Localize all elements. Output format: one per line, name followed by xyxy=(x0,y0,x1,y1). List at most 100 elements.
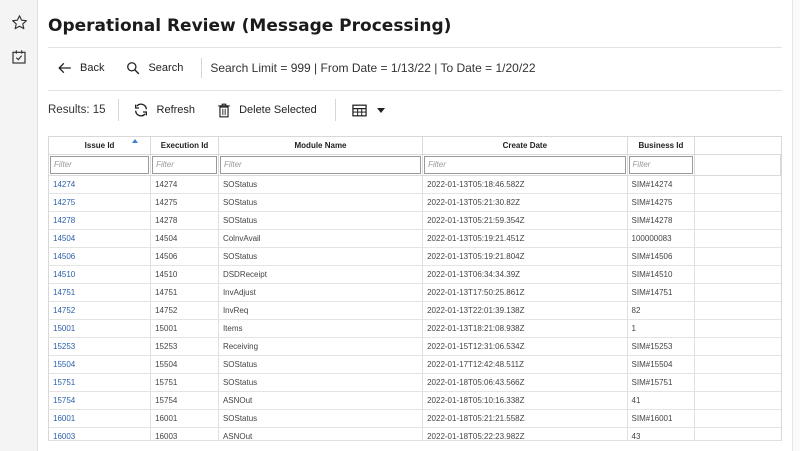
create-date-cell: 2022-01-13T05:19:21.804Z xyxy=(422,247,628,266)
table-row[interactable]: 14504 14504 ColnvAvail 2022-01-13T05:19:21.… xyxy=(49,229,781,248)
column-header-empty xyxy=(694,137,781,155)
view-menu-button[interactable] xyxy=(352,104,393,117)
star-icon[interactable] xyxy=(9,12,29,32)
table-row[interactable]: 15504 15504 SOStatus 2022-01-17T12:42:48.51… xyxy=(49,355,781,374)
create-date-cell: 2022-01-13T05:18:46.582Z xyxy=(422,175,628,194)
refresh-icon xyxy=(134,103,147,117)
execution-id-cell: 14274 xyxy=(150,175,219,194)
empty-cell xyxy=(694,211,781,230)
table-row[interactable]: 14275 14275 SOStatus 2022-01-13T05:21:30.82… xyxy=(49,193,781,212)
header-label: Issue Id xyxy=(84,140,115,150)
refresh-label: Refresh xyxy=(156,104,196,116)
column-header-issue-id[interactable]: Issue Id xyxy=(49,137,152,155)
issue-id-cell[interactable]: 16003 xyxy=(49,427,152,440)
issue-id-cell[interactable]: 16001 xyxy=(49,409,152,428)
execution-id-filter-input[interactable] xyxy=(152,155,217,174)
execution-id-cell: 14278 xyxy=(150,211,219,230)
empty-cell xyxy=(694,283,781,302)
table-row[interactable]: 14278 14278 SOStatus 2022-01-13T05:21:59.35… xyxy=(49,211,781,230)
issue-id-cell[interactable]: 14278 xyxy=(49,211,152,230)
business-id-cell: SIM#15504 xyxy=(627,355,696,374)
issue-id-cell[interactable]: 15751 xyxy=(49,373,152,392)
header-row: Issue Id Execution Id Module Name Create… xyxy=(49,137,781,155)
execution-id-cell: 15001 xyxy=(150,319,219,338)
table-row[interactable]: 15754 15754 ASNOut 2022-01-18T05:10:16.338Z… xyxy=(49,391,781,410)
issue-id-cell[interactable]: 14275 xyxy=(49,193,152,212)
business-id-cell: SIM#14274 xyxy=(627,175,696,194)
execution-id-cell: 15504 xyxy=(150,355,219,374)
header-label: Module Name xyxy=(294,140,347,150)
module-name-cell: Receiving xyxy=(218,337,424,356)
main-content: Operational Review (Message Processing) … xyxy=(38,0,792,451)
delete-selected-button[interactable]: Delete Selected xyxy=(217,103,317,118)
header-label: Create Date xyxy=(502,140,548,150)
issue-id-cell[interactable]: 15504 xyxy=(49,355,152,374)
execution-id-cell: 16003 xyxy=(150,427,219,440)
back-button[interactable]: Back xyxy=(58,62,104,74)
search-toolbar: Back Search Search Limit = 999 | From Da… xyxy=(48,57,536,79)
empty-cell xyxy=(694,247,781,266)
create-date-cell: 2022-01-13T05:21:30.82Z xyxy=(422,193,628,212)
column-header-module-name[interactable]: Module Name xyxy=(218,137,424,155)
create-date-cell: 2022-01-13T05:19:21.451Z xyxy=(422,229,628,248)
issue-id-cell[interactable]: 15001 xyxy=(49,319,152,338)
page-title: Operational Review (Message Processing) xyxy=(48,16,452,36)
checklist-icon[interactable] xyxy=(9,47,29,67)
page-scrollbar[interactable] xyxy=(792,0,800,451)
table-row[interactable]: 14752 14752 InvReq 2022-01-13T22:01:39.138Z… xyxy=(49,301,781,320)
module-name-cell: DSDReceipt xyxy=(218,265,424,284)
table-body: 14274 14274 SOStatus 2022-01-13T05:18:46.58… xyxy=(49,175,781,440)
table-row[interactable]: 14510 14510 DSDReceipt 2022-01-13T06:34:34.… xyxy=(49,265,781,284)
empty-cell xyxy=(694,319,781,338)
refresh-button[interactable]: Refresh xyxy=(133,102,196,118)
search-criteria: Search Limit = 999 | From Date = 1/13/22… xyxy=(201,58,536,78)
business-id-cell: SIM#15253 xyxy=(627,337,696,356)
module-name-cell: ASNOut xyxy=(218,391,424,410)
business-id-cell: SIM#15751 xyxy=(627,373,696,392)
chevron-down-icon xyxy=(376,107,385,113)
column-header-create-date[interactable]: Create Date xyxy=(422,137,628,155)
issue-id-filter-input[interactable] xyxy=(50,155,150,174)
create-date-filter-input[interactable] xyxy=(424,155,626,174)
create-date-cell: 2022-01-13T22:01:39.138Z xyxy=(422,301,628,320)
issue-id-cell[interactable]: 14506 xyxy=(49,247,152,266)
table-row[interactable]: 14274 14274 SOStatus 2022-01-13T05:18:46.58… xyxy=(49,175,781,194)
toolbar-separator xyxy=(334,99,336,121)
business-id-cell: SIM#14506 xyxy=(627,247,696,266)
execution-id-cell: 15253 xyxy=(150,337,219,356)
table-row[interactable]: 15001 15001 Items 2022-01-13T18:21:08.938Z 1 xyxy=(49,319,781,338)
table-row[interactable]: 16001 16001 SOStatus 2022-01-18T05:21:21.55… xyxy=(49,409,781,428)
issue-id-cell[interactable]: 14274 xyxy=(49,175,152,194)
business-id-cell: 1 xyxy=(627,319,696,338)
empty-cell xyxy=(694,427,781,440)
create-date-cell: 2022-01-18T05:10:16.338Z xyxy=(422,391,628,410)
column-header-business-id[interactable]: Business Id xyxy=(627,137,696,155)
business-id-filter-input[interactable] xyxy=(628,155,694,174)
table-row[interactable]: 16003 16003 ASNOut 2022-01-18T05:22:23.982Z… xyxy=(49,427,781,440)
create-date-cell: 2022-01-18T05:21:21.558Z xyxy=(422,409,628,428)
delete-selected-label: Delete Selected xyxy=(239,104,317,116)
create-date-cell: 2022-01-18T05:06:43.566Z xyxy=(422,373,628,392)
empty-cell xyxy=(694,265,781,284)
execution-id-cell: 14504 xyxy=(150,229,219,248)
issue-id-cell[interactable]: 15253 xyxy=(49,337,152,356)
business-id-cell: SIM#16001 xyxy=(627,409,696,428)
table-row[interactable]: 15751 15751 SOStatus 2022-01-18T05:06:43.56… xyxy=(49,373,781,392)
create-date-cell: 2022-01-13T17:50:25.861Z xyxy=(422,283,628,302)
module-name-filter-input[interactable] xyxy=(219,155,422,174)
issue-id-cell[interactable]: 14510 xyxy=(49,265,152,284)
issue-id-cell[interactable]: 14751 xyxy=(49,283,152,302)
module-name-cell: SOStatus xyxy=(218,175,424,194)
issue-id-cell[interactable]: 14752 xyxy=(49,301,152,320)
left-rail xyxy=(0,0,38,451)
table-row[interactable]: 15253 15253 Receiving 2022-01-15T12:31:06.5… xyxy=(49,337,781,356)
sort-ascending-icon xyxy=(132,139,139,143)
issue-id-cell[interactable]: 15754 xyxy=(49,391,152,410)
issue-id-cell[interactable]: 14504 xyxy=(49,229,152,248)
column-header-execution-id[interactable]: Execution Id xyxy=(150,137,219,155)
module-name-cell: Items xyxy=(218,319,424,338)
table-row[interactable]: 14751 14751 InvAdjust 2022-01-13T17:50:25.8… xyxy=(49,283,781,302)
table-row[interactable]: 14506 14506 SOStatus 2022-01-13T05:19:21.80… xyxy=(49,247,781,266)
module-name-cell: SOStatus xyxy=(218,373,424,392)
search-button[interactable]: Search xyxy=(126,61,183,75)
